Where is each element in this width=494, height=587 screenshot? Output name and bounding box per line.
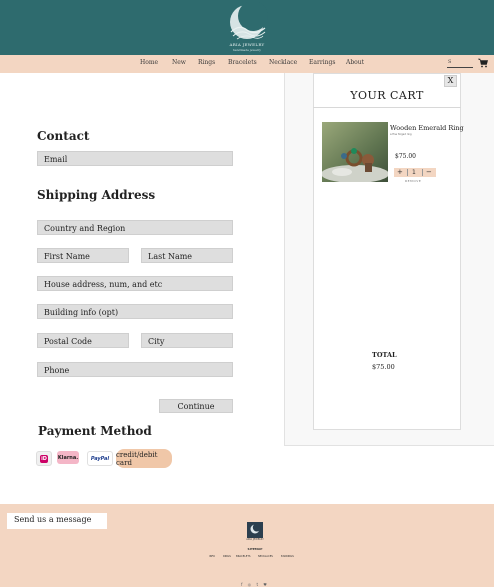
stepper-divider xyxy=(407,169,408,176)
quantity-value[interactable]: 1 xyxy=(412,169,416,176)
shipping-heading: Shipping Address xyxy=(37,188,156,202)
quantity-stepper: + 1 − xyxy=(394,168,436,177)
total-label: TOTAL xyxy=(372,351,397,359)
footer-brand-name: ARIA JEWELRY xyxy=(246,538,264,541)
last-name-field[interactable]: Last Name xyxy=(141,248,233,263)
postal-code-field[interactable]: Postal Code xyxy=(37,333,129,348)
cart-title: YOUR CART xyxy=(350,89,424,102)
card-label: credit/debit card xyxy=(116,450,158,467)
stepper-divider xyxy=(422,169,423,176)
message-input[interactable]: Send us a message xyxy=(7,513,107,529)
klarna-payment-icon[interactable]: Klarna. xyxy=(57,451,79,464)
country-field[interactable]: Country and Region xyxy=(37,220,233,235)
contact-heading: Contact xyxy=(37,129,90,143)
paypal-label: PayPal xyxy=(90,455,110,462)
search-placeholder: S xyxy=(448,59,452,65)
total-value: $75.00 xyxy=(372,363,395,371)
plus-button[interactable]: + xyxy=(397,168,403,176)
footer-logo-icon[interactable] xyxy=(247,522,263,538)
email-field[interactable]: Email xyxy=(37,151,233,166)
product-thumbnail[interactable] xyxy=(322,122,388,182)
continue-button[interactable]: Continue xyxy=(159,399,233,413)
cart-item-price: $75.00 xyxy=(395,153,416,160)
brand-name: ARIA JEWELRY xyxy=(229,42,265,47)
footer-link-necklaces[interactable]: NECKLACES xyxy=(258,555,273,558)
cart-item-subtitle: a fine forged ring xyxy=(390,133,412,136)
building-field[interactable]: Building info (opt) xyxy=(37,304,233,319)
payment-heading: Payment Method xyxy=(38,424,152,438)
paypal-payment-icon[interactable]: PayPal xyxy=(87,451,113,466)
ideal-label: iD xyxy=(40,454,48,463)
nav-item-home[interactable]: Home xyxy=(140,59,158,66)
footer-link-bracelets[interactable]: BRACELETS xyxy=(236,555,250,558)
minus-button[interactable]: − xyxy=(426,168,432,176)
city-field[interactable]: City xyxy=(141,333,233,348)
nav-item-bracelets[interactable]: Bracelets xyxy=(228,59,257,66)
footer-link-rings[interactable]: RINGS xyxy=(223,555,231,558)
address-field[interactable]: House address, num, and etc xyxy=(37,276,233,291)
social-icons[interactable]: f ◎ t ♥ xyxy=(241,582,269,587)
cart-icon[interactable] xyxy=(478,58,488,68)
sitemap-heading: SITEMAP xyxy=(247,547,263,551)
close-cart-button[interactable]: X xyxy=(444,75,457,87)
phone-field[interactable]: Phone xyxy=(37,362,233,377)
brand-tagline: handmade jewelry xyxy=(233,48,261,52)
footer-link-info[interactable]: INFO xyxy=(209,555,215,558)
card-payment-button[interactable]: credit/debit card xyxy=(116,449,172,468)
search-input[interactable]: S xyxy=(447,59,473,68)
nav-item-earrings[interactable]: Earrings xyxy=(309,59,335,66)
cart-item-name: Wooden Emerald Ring xyxy=(390,124,464,132)
main-nav: Home New Rings Bracelets Necklace Earrin… xyxy=(0,55,494,73)
klarna-label: Klarna. xyxy=(57,454,79,461)
ideal-payment-icon[interactable]: iD xyxy=(36,451,52,466)
nav-item-necklace[interactable]: Necklace xyxy=(269,59,297,66)
nav-item-about[interactable]: About xyxy=(346,59,364,66)
footer-link-earrings[interactable]: EARRINGS xyxy=(281,555,294,558)
site-header: ARIA JEWELRY handmade jewelry xyxy=(0,0,494,55)
remove-item-link[interactable]: REMOVE xyxy=(405,179,421,183)
nav-item-rings[interactable]: Rings xyxy=(198,59,215,66)
first-name-field[interactable]: First Name xyxy=(37,248,129,263)
nav-item-new[interactable]: New xyxy=(172,59,186,66)
cart-divider xyxy=(313,107,461,108)
